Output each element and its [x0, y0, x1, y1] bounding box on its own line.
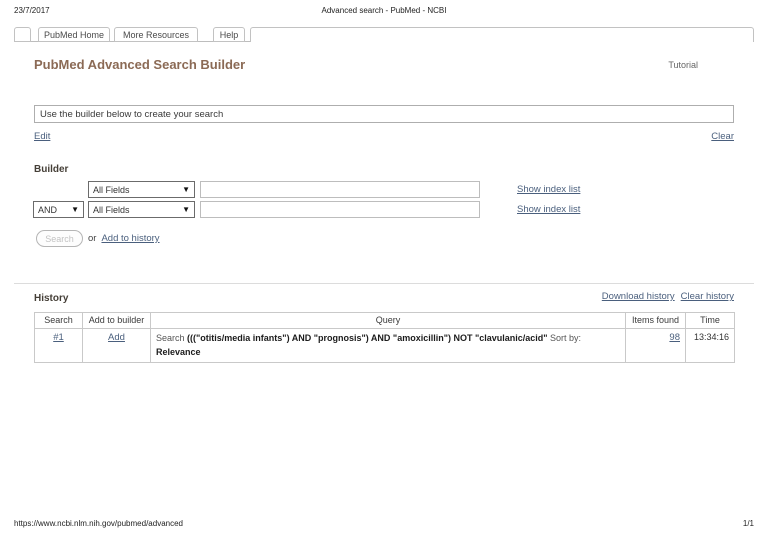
- history-table-row: #1 Add Search ((("otitis/media infants")…: [35, 329, 735, 363]
- field-select[interactable]: All Fields ▼: [88, 201, 195, 218]
- show-index-list-link[interactable]: Show index list: [517, 204, 580, 215]
- field-select-value: All Fields: [93, 185, 130, 195]
- builder-actions: Search or Add to history: [36, 230, 160, 247]
- print-footer-url: https://www.ncbi.nlm.nih.gov/pubmed/adva…: [14, 519, 183, 528]
- col-header-add-to-builder: Add to builder: [83, 313, 151, 329]
- clear-link[interactable]: Clear: [711, 131, 734, 142]
- dropdown-arrow-icon: ▼: [71, 206, 79, 214]
- tab-pubmed-home[interactable]: PubMed Home: [38, 27, 110, 42]
- time-value: 13:34:16: [686, 329, 735, 363]
- history-table-header-row: Search Add to builder Query Items found …: [35, 313, 735, 329]
- section-divider: [14, 283, 754, 284]
- query-sort-value: Relevance: [156, 346, 620, 360]
- items-found-link[interactable]: 98: [669, 332, 680, 343]
- edit-link[interactable]: Edit: [34, 131, 50, 142]
- search-number-link[interactable]: #1: [53, 332, 64, 343]
- col-header-search: Search: [35, 313, 83, 329]
- query-text: ((("otitis/media infants") AND "prognosi…: [187, 333, 548, 343]
- term-input[interactable]: [200, 181, 480, 198]
- tab-more-resources[interactable]: More Resources: [114, 27, 198, 42]
- add-to-builder-link[interactable]: Add: [108, 332, 125, 343]
- col-header-query: Query: [151, 313, 626, 329]
- col-header-time: Time: [686, 313, 735, 329]
- search-query-input[interactable]: [34, 105, 734, 123]
- show-index-list-link[interactable]: Show index list: [517, 184, 580, 195]
- tab-help[interactable]: Help: [213, 27, 245, 42]
- tab-strip: PubMed Home More Resources Help: [14, 27, 754, 42]
- query-sort-label: Sort by:: [548, 333, 582, 343]
- dropdown-arrow-icon: ▼: [182, 206, 190, 214]
- dropdown-arrow-icon: ▼: [182, 186, 190, 194]
- field-select-value: All Fields: [93, 205, 130, 215]
- boolean-select-value: AND: [38, 205, 57, 215]
- page-title: PubMed Advanced Search Builder: [34, 57, 245, 72]
- clear-history-link[interactable]: Clear history: [681, 291, 734, 302]
- history-table: Search Add to builder Query Items found …: [34, 312, 735, 363]
- history-links: Download history Clear history: [602, 291, 734, 302]
- boolean-select[interactable]: AND ▼: [33, 201, 84, 218]
- print-footer-page-number: 1/1: [743, 519, 754, 528]
- download-history-link[interactable]: Download history: [602, 291, 675, 302]
- tab-strip-filler: [250, 27, 754, 42]
- add-to-history-link[interactable]: Add to history: [101, 233, 159, 244]
- search-button[interactable]: Search: [36, 230, 83, 247]
- query-prefix: Search: [156, 333, 187, 343]
- history-heading: History: [34, 293, 68, 304]
- ncbi-logo-placeholder[interactable]: [14, 27, 31, 42]
- tutorial-link[interactable]: Tutorial: [668, 60, 698, 70]
- builder-heading: Builder: [34, 164, 68, 175]
- field-select[interactable]: All Fields ▼: [88, 181, 195, 198]
- print-title: Advanced search - PubMed - NCBI: [0, 6, 768, 15]
- query-cell: Search ((("otitis/media infants") AND "p…: [151, 329, 626, 363]
- or-text: or: [88, 233, 96, 244]
- term-input[interactable]: [200, 201, 480, 218]
- col-header-items-found: Items found: [626, 313, 686, 329]
